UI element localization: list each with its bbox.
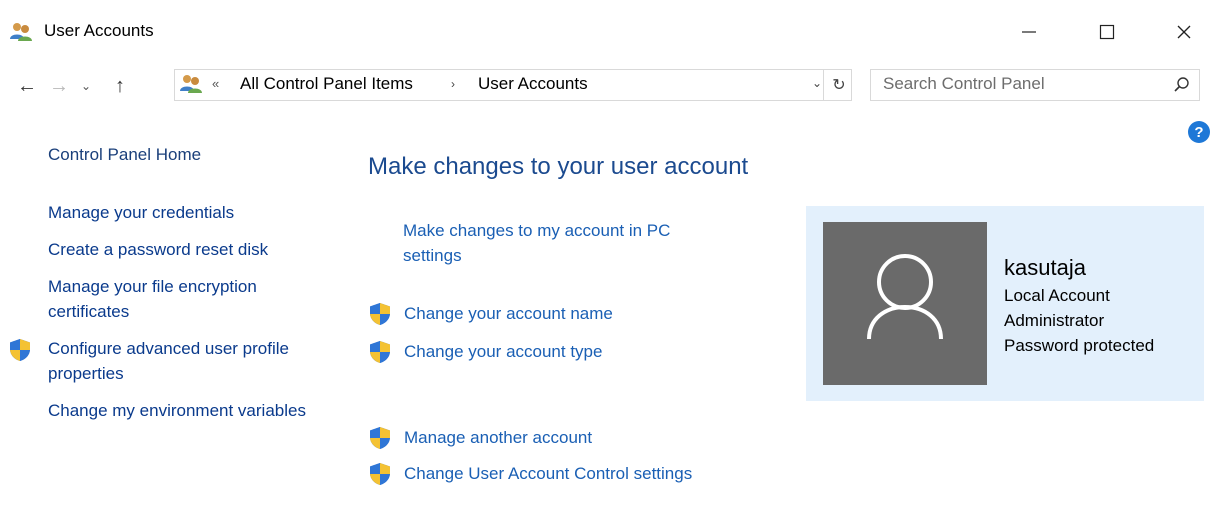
manage-another-account-link[interactable]: Manage another account [368,426,592,450]
sidebar-item-advanced-profile-properties[interactable]: Configure advanced user profile properti… [48,336,308,386]
account-role: Administrator [1004,311,1105,330]
user-silhouette-icon [867,254,943,340]
maximize-icon [1099,24,1115,40]
page-title: Make changes to your user account [368,153,749,180]
back-button[interactable]: ← [16,72,38,100]
sidebar-item-manage-credentials[interactable]: Manage your credentials [48,200,308,225]
account-password-status: Password protected [1004,336,1155,355]
breadcrumb-separator[interactable]: › [451,77,455,91]
uac-shield-icon [368,340,392,364]
recent-locations-dropdown[interactable]: ⌄ [78,72,94,100]
help-icon[interactable]: ? [1187,120,1211,144]
task-label[interactable]: Change your account name [404,304,613,324]
sidebar-item-password-reset-disk[interactable]: Create a password reset disk [48,237,308,262]
maximize-button[interactable] [1078,14,1136,50]
uac-shield-icon [368,302,392,326]
breadcrumb-all-control-panel-items[interactable]: All Control Panel Items [240,74,413,94]
account-username: kasutaja [1004,255,1086,280]
address-history-dropdown[interactable]: ⌄ [812,76,822,90]
close-button[interactable] [1155,14,1213,50]
minimize-icon [1022,31,1036,33]
search-input[interactable] [883,74,1153,94]
sidebar-item-file-encryption-certificates[interactable]: Manage your file encryption certificates [48,274,308,324]
avatar [823,222,987,385]
forward-button[interactable]: → [48,72,70,100]
address-overflow-chevron[interactable]: « [212,76,219,91]
window-title: User Accounts [44,21,154,40]
sidebar-item-label[interactable]: Configure advanced user profile properti… [48,339,289,383]
users-icon [180,74,202,94]
account-type: Local Account [1004,286,1110,305]
task-label[interactable]: Manage another account [404,428,592,448]
change-account-name-link[interactable]: Change your account name [368,302,613,326]
uac-shield-icon [368,462,392,486]
close-icon [1177,25,1191,39]
users-icon [10,22,32,42]
breadcrumb-user-accounts[interactable]: User Accounts [478,74,588,94]
minimize-button[interactable] [1000,14,1058,50]
uac-shield-icon [368,426,392,450]
sidebar-links: Manage your credentials Create a passwor… [48,200,308,435]
pc-settings-link[interactable]: Make changes to my account in PC setting… [403,218,733,268]
search-icon[interactable] [1172,75,1192,95]
task-label[interactable]: Change User Account Control settings [404,464,692,484]
uac-settings-link[interactable]: Change User Account Control settings [368,462,692,486]
control-panel-home-link[interactable]: Control Panel Home [48,142,201,167]
svg-text:?: ? [1194,124,1203,141]
task-label[interactable]: Change your account type [404,342,602,362]
up-button[interactable]: ↑ [109,72,131,100]
change-account-type-link[interactable]: Change your account type [368,340,602,364]
refresh-button[interactable]: ↻ [823,69,854,101]
sidebar-item-environment-variables[interactable]: Change my environment variables [48,398,308,423]
uac-shield-icon [8,338,32,362]
